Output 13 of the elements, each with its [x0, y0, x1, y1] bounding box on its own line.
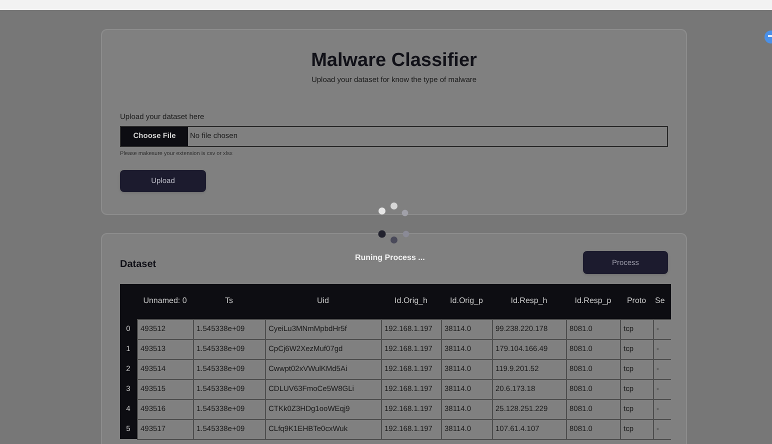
column-header: Uid: [265, 284, 381, 319]
column-header: Se: [653, 284, 671, 319]
column-header: Id.Orig_p: [441, 284, 492, 319]
column-header: Ts: [193, 284, 265, 319]
column-header: Id.Resp_p: [566, 284, 620, 319]
page-title: Malware Classifier: [310, 50, 478, 72]
column-header: Unnamed: 0: [137, 284, 193, 319]
loading-text: Runing Process ...: [355, 252, 425, 264]
column-header: Id.Resp_h: [492, 284, 566, 319]
column-header: Id.Orig_h: [381, 284, 441, 319]
column-header: Proto: [620, 284, 653, 319]
dataset-title: Dataset: [120, 258, 156, 272]
floating-button-icon[interactable]: [764, 30, 772, 44]
